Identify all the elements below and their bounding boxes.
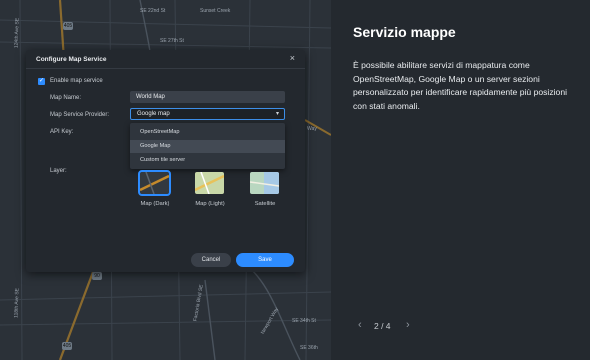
- map-dark-thumbnail: [140, 172, 169, 194]
- layer-caption-map-light: Map (Light): [195, 201, 225, 207]
- caret-down-icon: ▾: [275, 111, 279, 117]
- close-icon[interactable]: ×: [290, 53, 295, 63]
- map-street-label: SE 27th St: [160, 38, 184, 44]
- dialog-title: Configure Map Service: [36, 56, 107, 63]
- chevron-right-icon[interactable]: ›: [406, 319, 410, 331]
- enable-map-service-checkbox[interactable]: ✓: [38, 78, 45, 85]
- map-service-provider-label: Map Service Provider:: [50, 112, 110, 118]
- dropdown-option-openstreetmap[interactable]: OpenStreetMap: [130, 126, 285, 139]
- highway-shield-icon: 90: [92, 272, 102, 280]
- cancel-button[interactable]: Cancel: [191, 253, 231, 267]
- api-key-label: API Key:: [50, 129, 74, 135]
- info-title: Servizio mappe: [353, 24, 456, 40]
- map-service-provider-select[interactable]: Google map ▾: [130, 108, 285, 120]
- dropdown-option-google-map[interactable]: Google Map: [130, 140, 285, 153]
- dialog-divider: [26, 68, 305, 69]
- map-street-label: Sunset Creek: [200, 8, 231, 14]
- highway-shield-icon: 405: [63, 22, 73, 30]
- pagination: ‹ 2 / 4 ›: [353, 319, 423, 334]
- layer-caption-map-dark: Map (Dark): [140, 201, 170, 207]
- layer-option-map-dark[interactable]: [138, 170, 171, 196]
- page-indicator: 2 / 4: [374, 321, 391, 331]
- provider-dropdown-menu: OpenStreetMap Google Map Custom tile ser…: [130, 123, 285, 169]
- enable-map-service-label: Enable map service: [50, 78, 103, 84]
- info-description: È possibile abilitare servizi di mappatu…: [353, 60, 568, 111]
- info-panel: Servizio mappe È possibile abilitare ser…: [331, 0, 590, 360]
- map-street-label: SE 36th: [300, 345, 318, 351]
- map-name-input[interactable]: World Map: [130, 91, 285, 103]
- map-street-label: SE 22nd St: [140, 8, 166, 14]
- save-button[interactable]: Save: [236, 253, 294, 267]
- chevron-left-icon[interactable]: ‹: [358, 319, 362, 331]
- map-light-thumbnail: [195, 172, 224, 194]
- satellite-thumbnail: [250, 172, 279, 194]
- map-street-label: 118th Ave SE: [13, 287, 21, 319]
- map-street-label: SE 34th St: [292, 318, 316, 324]
- map-name-label: Map Name:: [50, 95, 82, 101]
- selected-provider: Google map: [137, 111, 170, 117]
- layer-option-satellite[interactable]: [250, 172, 279, 194]
- map-street-label: Way: [307, 126, 317, 132]
- layer-label: Layer:: [50, 168, 67, 174]
- layer-caption-satellite: Satellite: [254, 201, 276, 207]
- layer-option-map-light[interactable]: [195, 172, 224, 194]
- map-street-label: 124th Ave SE: [13, 17, 21, 49]
- dropdown-option-custom-tile-server[interactable]: Custom tile server: [130, 154, 285, 167]
- highway-shield-icon: 405: [62, 342, 72, 350]
